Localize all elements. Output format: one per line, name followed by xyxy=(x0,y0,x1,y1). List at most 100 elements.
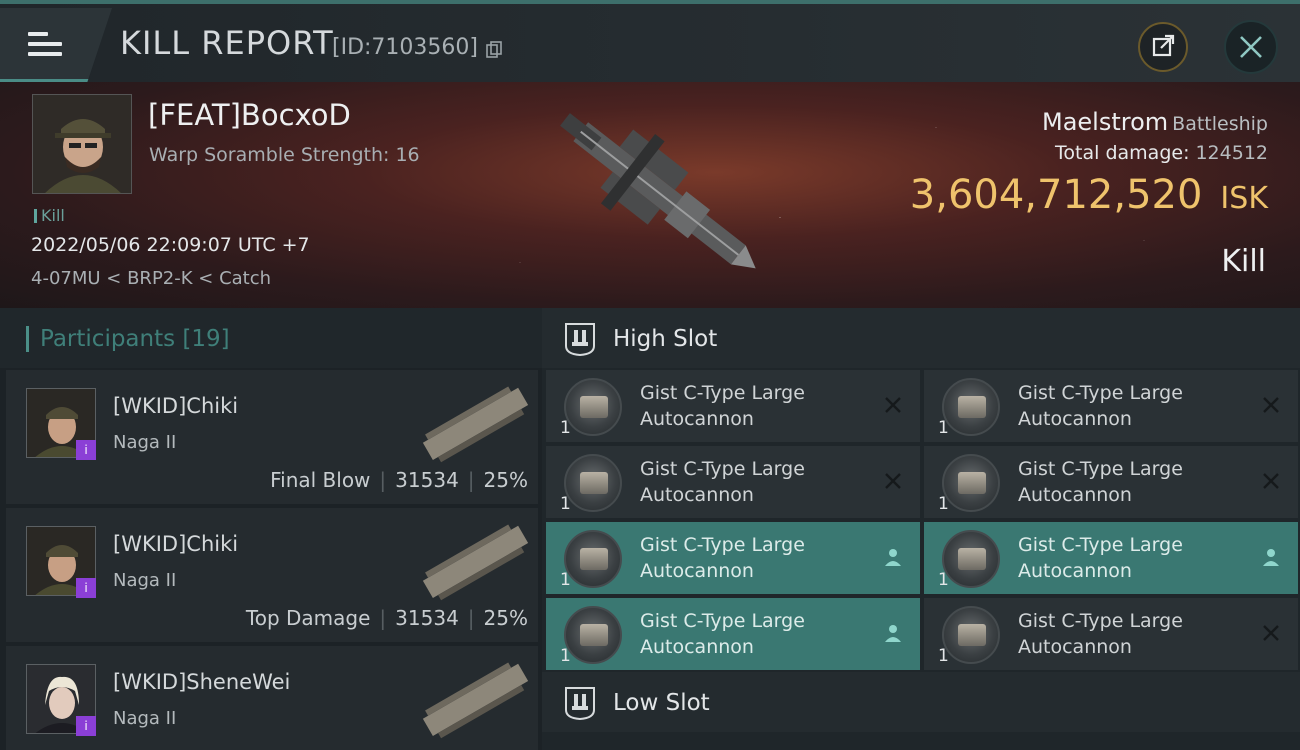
kill-summary: [FEAT]BocxoD Warp Soramble Strength: 16 … xyxy=(0,82,1300,308)
x-icon xyxy=(1263,625,1279,641)
module-quantity: 1 xyxy=(560,418,571,438)
module-quantity: 1 xyxy=(938,494,949,514)
ship-image xyxy=(560,113,756,269)
module-name-line1: Gist C-Type Large xyxy=(1018,610,1183,632)
module-item[interactable]: 1 Gist C-Type Large Autocannon xyxy=(924,598,1298,670)
module-name-line2: Autocannon xyxy=(640,636,754,658)
info-badge-icon[interactable]: i xyxy=(76,578,96,598)
autocannon-icon xyxy=(942,530,1000,588)
person-icon xyxy=(1263,549,1279,566)
menu-icon xyxy=(28,32,62,62)
participant-percent: 25% xyxy=(483,468,528,492)
victim-name[interactable]: [FEAT]BocxoD xyxy=(148,98,351,132)
x-icon xyxy=(885,397,901,413)
total-damage-value: 124512 xyxy=(1195,142,1268,164)
victim-avatar xyxy=(33,95,131,193)
module-name-line1: Gist C-Type Large xyxy=(640,534,805,556)
module-name-line2: Autocannon xyxy=(1018,408,1132,430)
kill-type-tag: Kill xyxy=(34,206,65,225)
menu-button[interactable] xyxy=(0,8,112,82)
close-icon xyxy=(1240,36,1262,58)
high-slot-header: High Slot xyxy=(542,308,1300,368)
autocannon-icon xyxy=(942,454,1000,512)
low-slot-title: Low Slot xyxy=(613,690,710,716)
module-quantity: 1 xyxy=(938,570,949,590)
participant-role: Top Damage xyxy=(245,606,371,630)
module-item[interactable]: 1 Gist C-Type Large Autocannon xyxy=(924,446,1298,518)
isk-unit: ISK xyxy=(1220,181,1268,216)
header-accent-bar xyxy=(26,326,29,352)
warp-scramble-strength: Warp Soramble Strength: 16 xyxy=(149,144,420,166)
participants-panel[interactable]: Participants [19] i [WKID]Chiki Naga II … xyxy=(0,308,542,750)
module-item[interactable]: 1 Gist C-Type Large Autocannon xyxy=(546,522,920,594)
participant-percent: 25% xyxy=(483,606,528,630)
module-name-line1: Gist C-Type Large xyxy=(1018,534,1183,556)
participant-role: Final Blow xyxy=(270,468,371,492)
autocannon-icon xyxy=(942,378,1000,436)
participants-count: [19] xyxy=(182,326,230,352)
autocannon-icon xyxy=(564,378,622,436)
victim-portrait[interactable] xyxy=(32,94,132,194)
participant-ship: Naga II xyxy=(113,432,177,453)
ship-name[interactable]: Maelstrom Battleship xyxy=(1042,108,1268,136)
module-item[interactable]: 1 Gist C-Type Large Autocannon xyxy=(924,522,1298,594)
module-name-line1: Gist C-Type Large xyxy=(640,610,805,632)
result-label: Kill xyxy=(1221,244,1266,279)
total-damage: Total damage: 124512 xyxy=(1055,142,1268,164)
total-damage-label: Total damage: xyxy=(1055,142,1190,164)
ship-type: Maelstrom xyxy=(1042,108,1169,136)
module-name: Gist C-Type Large Autocannon xyxy=(1018,380,1248,432)
isk-amount: 3,604,712,520 xyxy=(909,172,1203,218)
participant-stats: Final Blow | 31534 | 25% xyxy=(270,468,528,492)
module-item[interactable]: 1 Gist C-Type Large Autocannon xyxy=(546,598,920,670)
module-name: Gist C-Type Large Autocannon xyxy=(640,456,870,508)
x-icon xyxy=(1263,473,1279,489)
module-quantity: 1 xyxy=(560,570,571,590)
module-name: Gist C-Type Large Autocannon xyxy=(1018,532,1248,584)
participant-card[interactable]: i [WKID]Chiki Naga II Final Blow | 31534 | 2… xyxy=(6,370,538,504)
participant-ship-image xyxy=(422,386,529,463)
participant-name[interactable]: [WKID]Chiki xyxy=(113,532,238,556)
info-badge-icon[interactable]: i xyxy=(76,440,96,460)
ship-class: Battleship xyxy=(1172,113,1268,135)
module-quantity: 1 xyxy=(560,646,571,666)
module-name-line1: Gist C-Type Large xyxy=(640,458,805,480)
autocannon-icon xyxy=(942,606,1000,664)
copy-icon[interactable] xyxy=(486,41,502,59)
autocannon-icon xyxy=(564,606,622,664)
module-name-line2: Autocannon xyxy=(1018,484,1132,506)
participants-header: Participants [19] xyxy=(0,308,542,368)
participant-card[interactable]: i [WKID]Chiki Naga II Top Damage | 31534 | 2… xyxy=(6,508,538,642)
close-button[interactable] xyxy=(1224,20,1278,74)
participant-damage: 31534 xyxy=(395,606,459,630)
participants-label: Participants xyxy=(40,326,176,352)
module-name: Gist C-Type Large Autocannon xyxy=(1018,608,1248,660)
module-quantity: 1 xyxy=(560,494,571,514)
participant-card[interactable]: i [WKID]SheneWei Naga II xyxy=(6,646,538,750)
fitting-panel[interactable]: High Slot 1 Gist C-Type Large Autocannon 1 G… xyxy=(542,308,1300,750)
module-item[interactable]: 1 Gist C-Type Large Autocannon xyxy=(924,370,1298,442)
module-name-line1: Gist C-Type Large xyxy=(1018,382,1183,404)
participant-name[interactable]: [WKID]Chiki xyxy=(113,394,238,418)
module-name: Gist C-Type Large Autocannon xyxy=(640,608,870,660)
kill-location[interactable]: 4-07MU < BRP2-K < Catch xyxy=(31,268,271,289)
low-slot-icon xyxy=(565,687,595,720)
share-button[interactable] xyxy=(1138,22,1188,72)
module-name-line1: Gist C-Type Large xyxy=(640,382,805,404)
module-name: Gist C-Type Large Autocannon xyxy=(640,532,870,584)
module-name-line2: Autocannon xyxy=(1018,636,1132,658)
participant-name[interactable]: [WKID]SheneWei xyxy=(113,670,290,694)
turret-slot-icon xyxy=(565,323,595,356)
participant-ship: Naga II xyxy=(113,570,177,591)
module-quantity: 1 xyxy=(938,646,949,666)
x-icon xyxy=(885,473,901,489)
info-badge-icon[interactable]: i xyxy=(76,716,96,736)
participant-ship-image xyxy=(422,662,529,739)
participant-stats: Top Damage | 31534 | 25% xyxy=(245,606,528,630)
person-icon xyxy=(885,625,901,642)
module-item[interactable]: 1 Gist C-Type Large Autocannon xyxy=(546,446,920,518)
module-name: Gist C-Type Large Autocannon xyxy=(1018,456,1248,508)
module-item[interactable]: 1 Gist C-Type Large Autocannon xyxy=(546,370,920,442)
module-name: Gist C-Type Large Autocannon xyxy=(640,380,870,432)
page-title: KILL REPORT xyxy=(120,24,334,62)
